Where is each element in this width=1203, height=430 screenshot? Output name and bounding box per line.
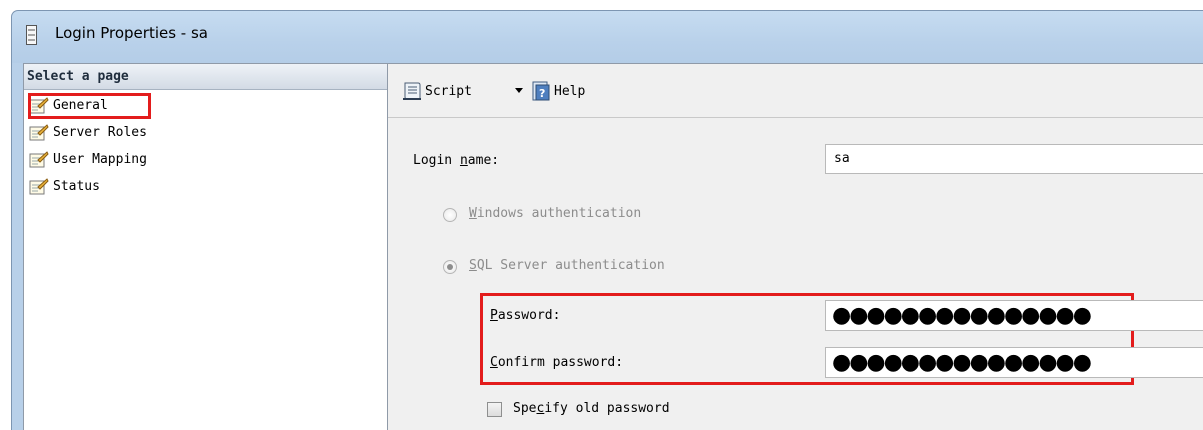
select-page-header: Select a page xyxy=(24,64,387,90)
select-page-pane: Select a page General Server Roles User … xyxy=(23,63,388,430)
specify-old-password-checkbox[interactable] xyxy=(487,402,502,417)
windows-auth-radio[interactable] xyxy=(443,208,457,222)
title-bar[interactable]: Login Properties - sa xyxy=(11,10,1203,63)
general-form: Login name: sa Windows authentication SQ… xyxy=(388,119,1203,430)
script-button[interactable]: Script xyxy=(401,80,472,102)
password-value: ●●●●●●●●●●●●●●● xyxy=(832,303,1092,328)
window-icon xyxy=(26,25,37,45)
confirm-password-value: ●●●●●●●●●●●●●●● xyxy=(832,350,1092,375)
page-item-label: Status xyxy=(53,179,100,194)
help-button[interactable]: ? Help xyxy=(530,80,585,102)
specify-old-password-label: Specify old password xyxy=(513,401,670,416)
page-item-status[interactable]: Status xyxy=(24,173,387,200)
password-input[interactable]: ●●●●●●●●●●●●●●● xyxy=(825,300,1203,331)
page-item-label: Server Roles xyxy=(53,125,147,140)
page-item-user-mapping[interactable]: User Mapping xyxy=(24,146,387,173)
confirm-password-label: Confirm password: xyxy=(490,355,624,370)
confirm-password-input[interactable]: ●●●●●●●●●●●●●●● xyxy=(825,347,1203,378)
password-label: Password: xyxy=(490,308,561,323)
page-list: General Server Roles User Mapping Status xyxy=(24,90,387,200)
window-title: Login Properties - sa xyxy=(55,24,208,42)
page-item-label: User Mapping xyxy=(53,152,147,167)
dropdown-arrow-icon[interactable] xyxy=(513,84,525,96)
general-highlight-box xyxy=(28,93,151,119)
login-properties-window: Login Properties - sa Select a page Gene… xyxy=(0,0,1203,430)
help-label: Help xyxy=(554,83,586,99)
sql-auth-label: SQL Server authentication xyxy=(469,258,665,273)
properties-pane: Script ? Help Login name: sa Windows aut… xyxy=(388,63,1203,430)
help-icon: ? xyxy=(532,81,550,101)
svg-text:?: ? xyxy=(539,87,545,100)
windows-auth-label: Windows authentication xyxy=(469,206,642,221)
script-label: Script xyxy=(425,83,472,99)
script-icon xyxy=(403,82,421,100)
login-name-input[interactable]: sa xyxy=(825,144,1203,174)
page-icon xyxy=(29,150,49,167)
page-item-server-roles[interactable]: Server Roles xyxy=(24,119,387,146)
page-icon xyxy=(29,123,49,140)
window-frame-left xyxy=(11,63,23,430)
page-item-general[interactable]: General xyxy=(24,92,387,119)
login-name-label: Login name: xyxy=(413,153,500,168)
sql-auth-radio[interactable] xyxy=(443,260,457,274)
page-icon xyxy=(29,177,49,194)
toolbar: Script ? Help xyxy=(388,64,1203,118)
login-name-value: sa xyxy=(834,151,850,166)
